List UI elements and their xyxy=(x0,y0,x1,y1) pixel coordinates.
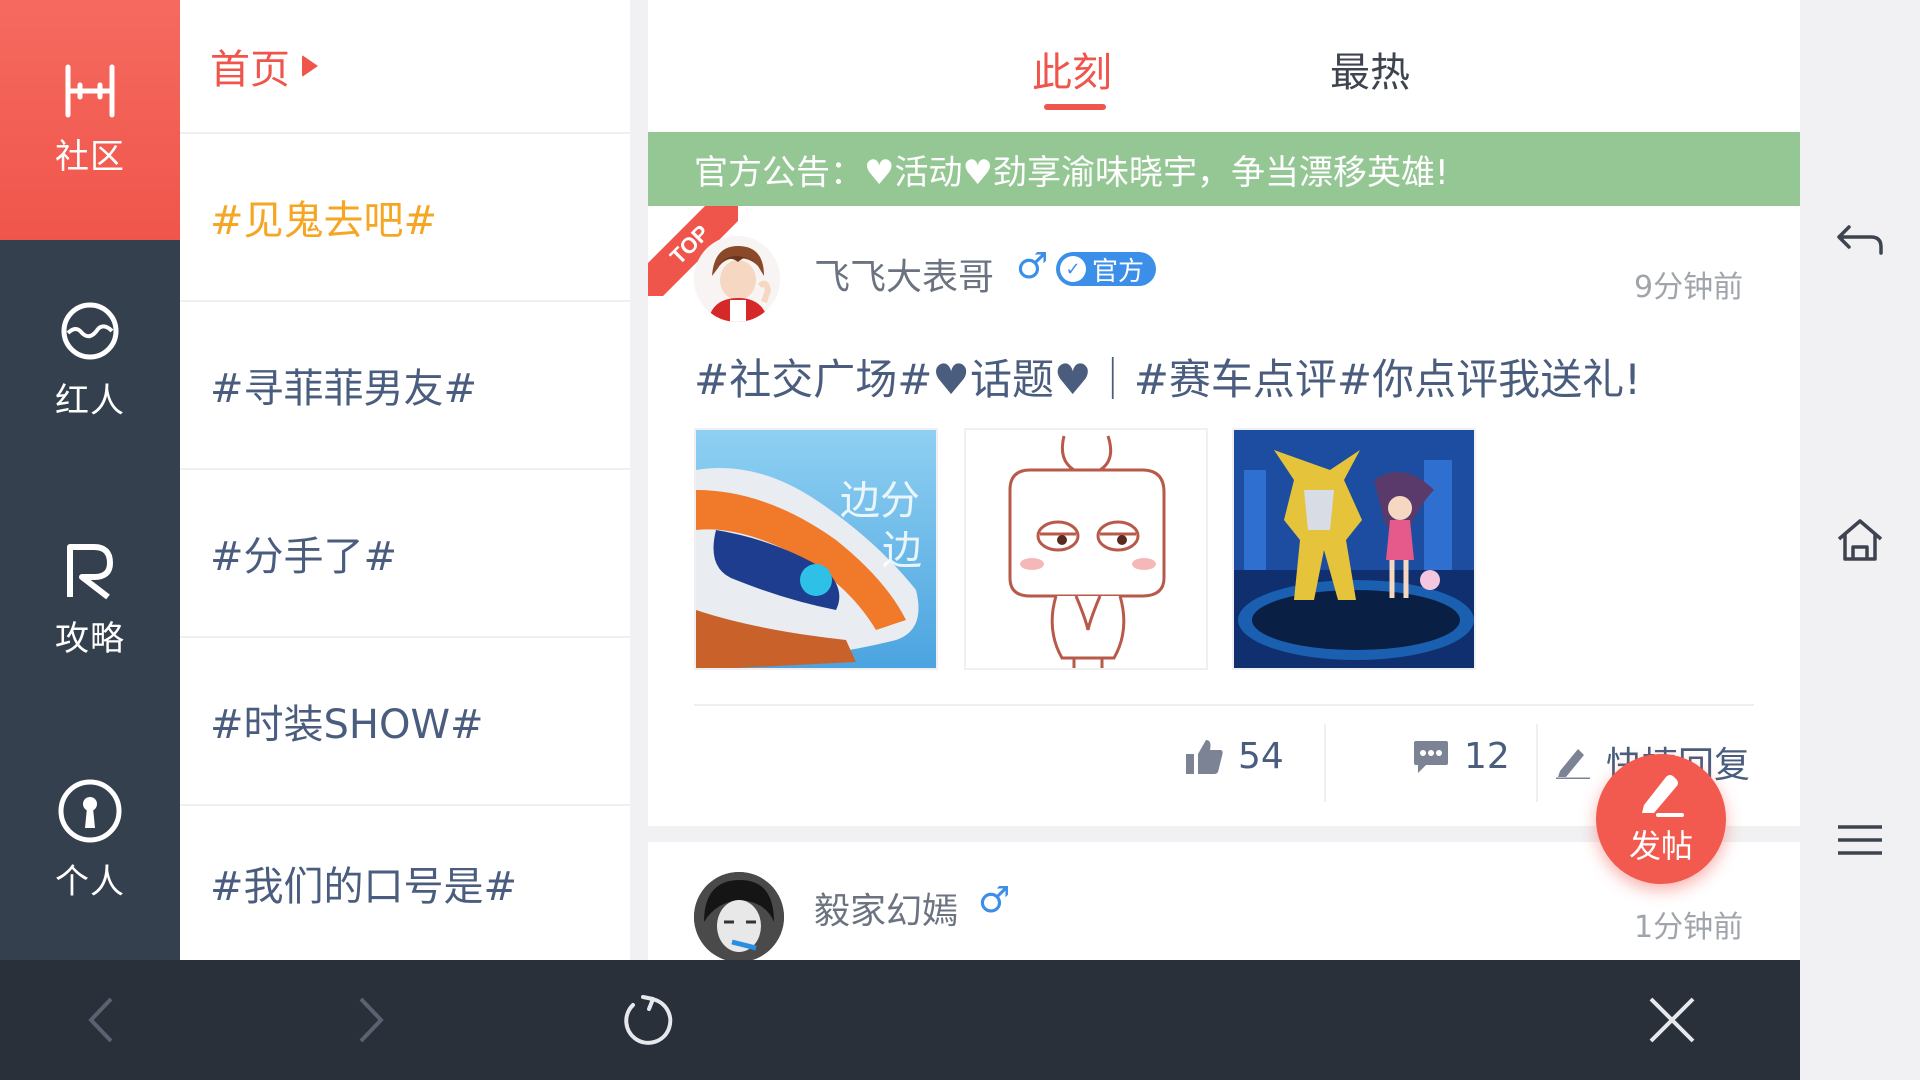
topic-label: #我们的口号是# xyxy=(210,864,518,910)
nav-label-profile: 个人 xyxy=(55,861,125,902)
guide-icon xyxy=(67,543,113,599)
announcement-banner[interactable]: 官方公告：♥活动♥劲享渝味晓宇，争当漂移英雄! xyxy=(648,132,1800,206)
avatar-image xyxy=(694,236,780,322)
nav-label-celebrity: 红人 xyxy=(55,380,125,421)
back-button[interactable] xyxy=(1800,180,1920,300)
community-icon xyxy=(65,64,115,117)
app-root: 社区 红人 攻略 个人 首页 #见鬼去吧# #寻菲菲男友# #分手了# #时装S… xyxy=(0,0,1920,1080)
nav-label-guide: 攻略 xyxy=(55,618,125,659)
like-button[interactable]: 54 xyxy=(1184,736,1284,777)
pencil-icon xyxy=(1642,775,1684,817)
pencil-icon xyxy=(1556,749,1590,779)
topic-label: #分手了# xyxy=(210,534,398,580)
browser-toolbar xyxy=(0,960,1800,1080)
play-arrow-icon xyxy=(302,55,318,77)
celebrity-icon xyxy=(61,302,119,359)
home-icon xyxy=(1837,519,1883,561)
comment-icon xyxy=(1414,740,1448,773)
chevron-right-icon xyxy=(359,997,384,1043)
topic-home[interactable]: 首页 xyxy=(180,0,630,134)
image-overlay-text-a: 边分 xyxy=(840,478,920,524)
topic-label: #时装SHOW# xyxy=(210,702,484,748)
official-label: 官方 xyxy=(1092,256,1145,287)
topic-home-label: 首页 xyxy=(210,47,290,93)
avatar-image xyxy=(694,872,784,960)
browser-forward-button[interactable] xyxy=(312,960,432,1080)
new-post-button[interactable]: 发帖 xyxy=(1596,754,1726,884)
home-button[interactable] xyxy=(1800,480,1920,600)
back-icon xyxy=(1837,225,1883,255)
topic-item[interactable]: #寻菲菲男友# xyxy=(180,302,630,470)
post-image[interactable]: 边分 边 xyxy=(694,428,938,670)
system-sidebar xyxy=(1800,0,1920,1080)
action-separator xyxy=(1536,724,1538,802)
verified-icon: ✓ xyxy=(1060,256,1086,282)
image-overlay-text-b: 边 xyxy=(882,528,922,574)
card-divider xyxy=(694,704,1754,706)
post-author[interactable]: 飞飞大表哥 xyxy=(814,248,994,300)
topic-list: 首页 #见鬼去吧# #寻菲菲男友# #分手了# #时装SHOW# #我们的口号是… xyxy=(180,0,630,960)
close-icon xyxy=(1649,997,1695,1043)
browser-back-button[interactable] xyxy=(40,960,160,1080)
post-time: 1分钟前 xyxy=(1634,910,1744,945)
nav-label-community: 社区 xyxy=(55,136,125,177)
close-button[interactable] xyxy=(1612,960,1732,1080)
race-car-image: 边分 边 xyxy=(696,430,936,668)
post-time: 9分钟前 xyxy=(1634,270,1744,305)
comment-button[interactable]: 12 xyxy=(1412,736,1510,777)
nav-item-celebrity[interactable]: 红人 xyxy=(0,240,180,480)
tab-bar: 此刻 最热 xyxy=(648,0,1800,132)
male-gender-icon: ♂ xyxy=(1016,246,1049,287)
refresh-button[interactable] xyxy=(586,960,706,1080)
refresh-icon xyxy=(624,995,673,1045)
tab-now[interactable]: 此刻 xyxy=(1032,40,1112,98)
mech-robot-image xyxy=(1234,430,1474,668)
comment-count: 12 xyxy=(1464,736,1510,777)
announcement-text: 官方公告：♥活动♥劲享渝味晓宇，争当漂移英雄! xyxy=(694,152,1449,193)
topic-item[interactable]: #分手了# xyxy=(180,470,630,638)
topic-label: #寻菲菲男友# xyxy=(210,366,478,412)
profile-icon xyxy=(58,779,122,842)
nav-item-guide[interactable]: 攻略 xyxy=(0,480,180,720)
menu-icon xyxy=(1838,825,1882,855)
avatar[interactable] xyxy=(694,236,780,322)
post-title[interactable]: #社交广场#♥话题♥｜#赛车点评#你点评我送礼! xyxy=(694,346,1641,407)
avatar[interactable] xyxy=(694,872,784,960)
post-image[interactable] xyxy=(1232,428,1476,670)
topic-item[interactable]: #见鬼去吧# xyxy=(180,134,630,302)
chevron-left-icon xyxy=(88,997,113,1043)
post-image[interactable] xyxy=(964,428,1208,670)
new-post-label: 发帖 xyxy=(1628,827,1693,865)
left-nav: 社区 红人 攻略 个人 xyxy=(0,0,180,960)
official-badge: ✓ 官方 xyxy=(1056,252,1157,287)
nav-item-community[interactable]: 社区 xyxy=(0,0,180,240)
post-author[interactable]: 毅家幻嫣 xyxy=(814,882,958,934)
topic-label: #见鬼去吧# xyxy=(210,198,438,244)
menu-button[interactable] xyxy=(1800,780,1920,900)
tab-hot[interactable]: 最热 xyxy=(1330,40,1410,98)
tab-active-indicator xyxy=(1044,104,1106,110)
rabbit-sticker-image xyxy=(966,430,1206,668)
thumbs-up-icon xyxy=(1186,739,1223,774)
nav-item-profile[interactable]: 个人 xyxy=(0,720,180,960)
action-separator xyxy=(1324,724,1326,802)
topic-item[interactable]: #我们的口号是# xyxy=(180,806,630,960)
topic-item[interactable]: #时装SHOW# xyxy=(180,638,630,806)
male-gender-icon: ♂ xyxy=(978,880,1011,921)
like-count: 54 xyxy=(1238,736,1284,777)
post-card[interactable]: TOP 飞飞大表哥 ♂ ✓ 官方 9分钟前 #社交广场#♥话题♥｜#赛车点评#你… xyxy=(648,206,1800,826)
